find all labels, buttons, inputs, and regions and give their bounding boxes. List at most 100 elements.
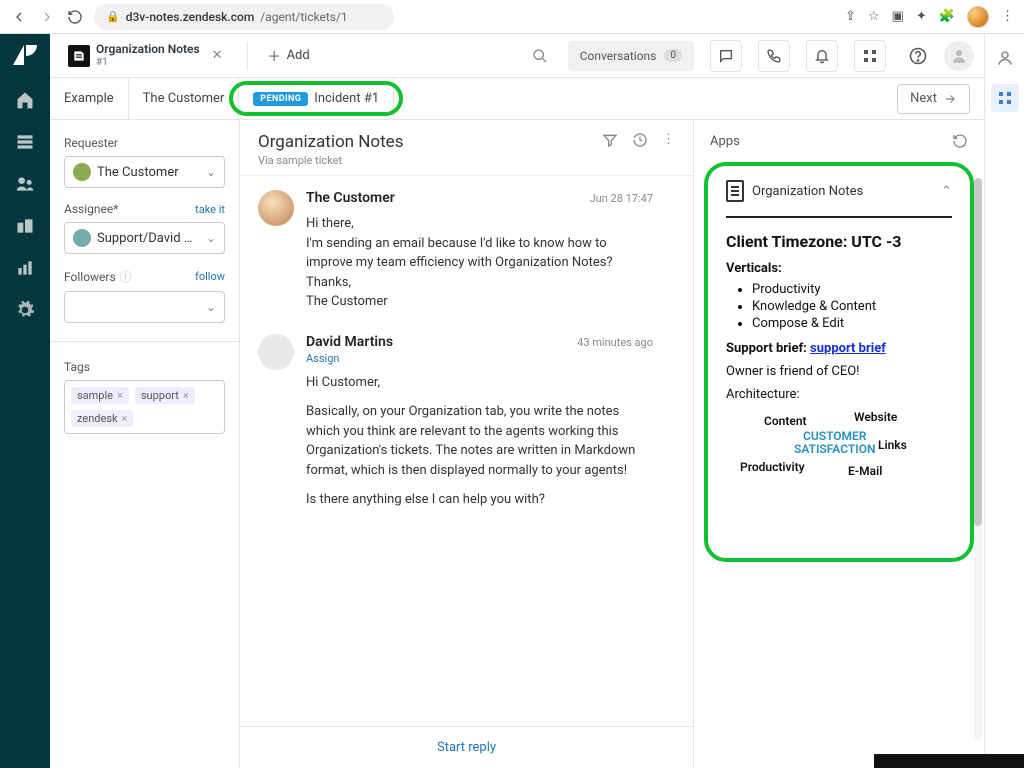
conversations-label: Conversations [580, 49, 657, 63]
forward-icon[interactable] [38, 8, 56, 26]
message-author: David Martins [306, 334, 393, 350]
customers-icon[interactable] [13, 172, 37, 196]
url-bar[interactable]: 🔒 d3v-notes.zendesk.com/agent/tickets/1 [94, 4, 394, 30]
ticket-title: Organization Notes [258, 132, 403, 152]
tag[interactable]: sample× [71, 387, 129, 404]
workspace-tab-sub: #1 [96, 57, 200, 68]
tag[interactable]: zendesk× [71, 410, 133, 427]
bell-icon[interactable] [806, 40, 838, 72]
note-headline: Client Timezone: UTC -3 [726, 232, 952, 251]
add-button[interactable]: ＋ Add [258, 46, 320, 65]
filter-icon[interactable] [602, 132, 618, 148]
word-cloud: Content Website CUSTOMER SATISFACTION Li… [726, 410, 952, 490]
tab-incident[interactable]: PENDING Incident #1 [239, 78, 394, 119]
back-icon[interactable] [10, 8, 28, 26]
message-time: 43 minutes ago [577, 336, 653, 349]
workspace-tab[interactable]: Organization Notes #1 ✕ [60, 36, 237, 76]
url-path: /agent/tickets/1 [260, 10, 347, 24]
avatar [258, 334, 294, 370]
lock-icon: 🔒 [106, 10, 120, 23]
followers-dropdown[interactable]: ⌄ [64, 291, 225, 323]
take-it-link[interactable]: take it [195, 203, 225, 216]
help-icon[interactable] [902, 40, 934, 72]
assignee-value: Support/David Ma... [97, 231, 200, 246]
message-time: Jun 28 17:47 [590, 192, 653, 205]
info-icon: ⓘ [120, 268, 132, 285]
chat-icon[interactable] [710, 40, 742, 72]
document-icon [726, 180, 744, 202]
views-icon[interactable] [13, 130, 37, 154]
followers-label: Followers [64, 270, 116, 284]
vertical-item: Knowledge & Content [752, 299, 952, 314]
remove-tag-icon[interactable]: × [117, 389, 123, 402]
truncated-bar [874, 754, 1024, 768]
message: David Martins 43 minutes ago Assign Hi C… [258, 334, 653, 520]
close-icon[interactable]: ✕ [206, 48, 229, 63]
ticket-app-icon [68, 45, 90, 67]
tab-incident-label: Incident #1 [314, 91, 379, 106]
tab-example[interactable]: Example [50, 78, 129, 119]
message-text: Hi Customer, Basically, on your Organiza… [306, 373, 653, 510]
conversations-button[interactable]: Conversations 0 [568, 41, 694, 71]
message-text: Hi there,I'm sending an email because I'… [306, 214, 653, 312]
refresh-icon[interactable] [952, 133, 968, 149]
follow-link[interactable]: follow [195, 270, 225, 283]
person-avatar-icon [73, 229, 91, 247]
ticket-via: Via sample ticket [258, 154, 403, 167]
phone-icon[interactable] [758, 40, 790, 72]
zendesk-logo[interactable] [10, 40, 40, 70]
verticals-label: Verticals: [726, 261, 952, 276]
chevron-down-icon: ⌄ [206, 165, 216, 179]
assignee-dropdown[interactable]: Support/David Ma... ⌄ [64, 222, 225, 254]
message: The Customer Jun 28 17:47 Hi there,I'm s… [258, 190, 653, 312]
chevron-down-icon: ⌄ [206, 300, 216, 314]
assignee-label: Assignee* [64, 202, 118, 216]
product-sidebar [0, 34, 50, 768]
conversations-count: 0 [664, 49, 682, 62]
chevron-up-icon[interactable]: ⌃ [941, 184, 952, 199]
note-content: Client Timezone: UTC -3 Verticals: Produ… [726, 232, 952, 490]
puzzle-icon[interactable]: 🧩 [939, 9, 955, 24]
support-brief-link[interactable]: support brief [810, 341, 886, 356]
share-icon[interactable]: ⇪ [845, 9, 856, 24]
star-icon[interactable]: ☆ [868, 9, 880, 24]
reload-icon[interactable] [66, 8, 84, 26]
more-icon[interactable]: ⋮ [662, 132, 675, 148]
apps-grid-icon[interactable] [854, 40, 886, 72]
url-host: d3v-notes.zendesk.com [126, 10, 255, 24]
avatar [258, 190, 294, 226]
user-avatar[interactable] [944, 41, 974, 71]
scrollbar[interactable] [974, 178, 982, 740]
admin-icon[interactable] [13, 298, 37, 322]
remove-tag-icon[interactable]: × [122, 412, 128, 425]
requester-label: Requester [64, 136, 118, 150]
reporting-icon[interactable] [13, 256, 37, 280]
requester-dropdown[interactable]: The Customer ⌄ [64, 156, 225, 188]
remove-tag-icon[interactable]: × [183, 389, 189, 402]
support-brief-label: Support brief: [726, 341, 807, 356]
next-button[interactable]: Next [897, 84, 970, 114]
user-context-icon[interactable] [991, 44, 1019, 72]
apps-context-icon[interactable] [991, 84, 1019, 112]
tab-customer[interactable]: The Customer [129, 78, 240, 119]
history-icon[interactable] [632, 132, 648, 148]
assign-link[interactable]: Assign [306, 352, 653, 365]
bounding-icon[interactable]: ▣ [892, 9, 904, 24]
message-author: The Customer [306, 190, 395, 206]
home-icon[interactable] [13, 88, 37, 112]
extensions-icon[interactable]: ✦ [916, 9, 927, 24]
chevron-down-icon: ⌄ [206, 231, 216, 245]
tag[interactable]: support× [135, 387, 195, 404]
search-icon[interactable] [522, 48, 558, 64]
kebab-icon[interactable]: ⋮ [1001, 9, 1014, 24]
tags-input[interactable]: sample× support×zendesk× [64, 380, 225, 434]
organizations-icon[interactable] [13, 214, 37, 238]
ticket-tabs: Example The Customer PENDING Incident #1… [50, 78, 984, 120]
scroll-thumb[interactable] [974, 178, 982, 526]
owner-line: Owner is friend of CEO! [726, 364, 952, 379]
person-avatar-icon [73, 163, 91, 181]
organization-notes-app: Organization Notes ⌃ Client Timezone: UT… [704, 162, 974, 562]
start-reply-button[interactable]: Start reply [240, 726, 693, 768]
profile-avatar[interactable] [967, 6, 989, 28]
tags-label: Tags [64, 360, 90, 374]
